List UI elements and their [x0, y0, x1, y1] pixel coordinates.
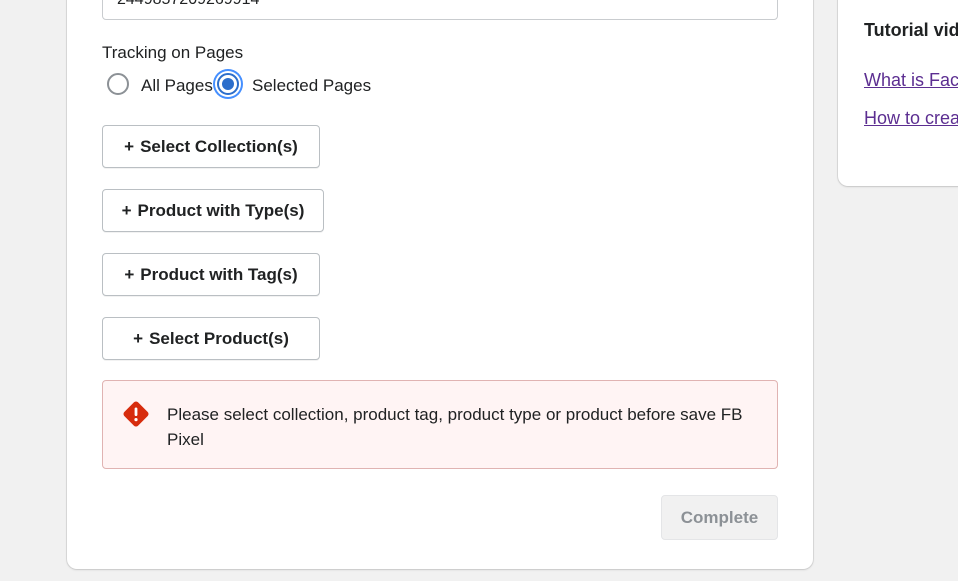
product-tag-button[interactable]: + Product with Tag(s) — [102, 253, 320, 296]
select-collection-button[interactable]: + Select Collection(s) — [102, 125, 320, 168]
product-tag-label: Product with Tag(s) — [140, 264, 298, 284]
all-pages-label[interactable]: All Pages — [141, 76, 213, 96]
select-collection-label: Select Collection(s) — [140, 136, 298, 156]
select-product-label: Select Product(s) — [149, 328, 289, 348]
tutorial-title: Tutorial vid — [864, 20, 958, 40]
product-type-label: Product with Type(s) — [137, 200, 305, 220]
select-product-button[interactable]: + Select Product(s) — [102, 317, 320, 360]
pixel-id-input[interactable]: 2449857209269914 — [102, 0, 778, 20]
pixel-id-value: 2449857209269914 — [117, 0, 259, 9]
all-pages-radio[interactable] — [107, 73, 129, 95]
tutorial-link-what-is[interactable]: What is Fac — [864, 70, 958, 91]
selected-pages-label[interactable]: Selected Pages — [252, 76, 371, 96]
plus-icon: + — [121, 200, 132, 220]
plus-icon: + — [124, 136, 135, 156]
alert-diamond-icon — [123, 401, 149, 427]
tutorial-link-how-to[interactable]: How to crea — [864, 108, 958, 129]
error-banner: Please select collection, product tag, p… — [102, 380, 778, 469]
tracking-label: Tracking on Pages — [102, 43, 244, 62]
product-type-button[interactable]: + Product with Type(s) — [102, 189, 324, 232]
plus-icon: + — [124, 264, 135, 284]
selected-pages-radio[interactable] — [217, 73, 239, 95]
error-message: Please select collection, product tag, p… — [167, 405, 743, 449]
complete-button[interactable]: Complete — [661, 495, 778, 540]
plus-icon: + — [133, 328, 144, 348]
